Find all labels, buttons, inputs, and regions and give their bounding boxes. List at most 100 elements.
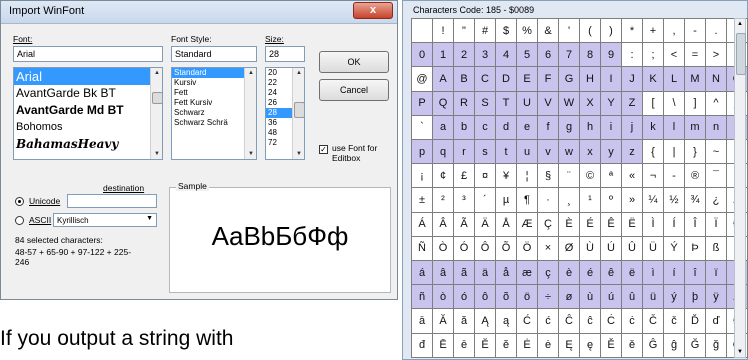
char-cell[interactable]: ā — [411, 308, 433, 334]
char-cell[interactable]: ³ — [453, 187, 475, 213]
scroll-up-icon[interactable]: ▲ — [735, 19, 745, 29]
char-cell[interactable]: Ċ — [600, 308, 622, 334]
char-cell[interactable]: ¶ — [516, 187, 538, 213]
char-cell[interactable]: Ý — [663, 235, 685, 262]
char-cell[interactable]: Q — [432, 90, 454, 116]
char-cell[interactable]: æ — [516, 260, 538, 286]
char-cell[interactable]: e — [516, 114, 538, 141]
char-cell[interactable]: P — [411, 90, 433, 116]
char-cell[interactable]: ò — [432, 284, 454, 310]
char-cell[interactable]: U — [516, 90, 538, 116]
char-cell[interactable]: ~ — [705, 139, 727, 165]
char-cell[interactable]: M — [684, 66, 706, 92]
char-cell[interactable]: ¬ — [642, 163, 664, 189]
char-cell[interactable]: q — [432, 139, 454, 165]
char-cell[interactable]: ć — [537, 308, 559, 334]
char-cell[interactable]: ã — [453, 260, 475, 286]
font-list-scrollbar[interactable]: ▲ ▼ — [150, 68, 162, 159]
char-cell[interactable]: Ć — [516, 308, 538, 334]
char-cell[interactable]: E — [516, 66, 538, 92]
char-cell[interactable]: L — [663, 66, 685, 92]
char-cell[interactable]: j — [621, 114, 643, 141]
char-cell[interactable]: · — [537, 187, 559, 213]
char-cell[interactable]: 6 — [537, 42, 559, 68]
char-cell[interactable]: ú — [600, 284, 622, 310]
char-cell[interactable]: Ė — [516, 332, 538, 359]
char-cell[interactable]: Ô — [474, 235, 496, 262]
char-cell[interactable]: ² — [432, 187, 454, 213]
char-cell[interactable]: ë — [621, 260, 643, 286]
char-cell[interactable]: Þ — [684, 235, 706, 262]
char-cell[interactable]: ¨ — [558, 163, 580, 189]
char-cell[interactable]: 8 — [579, 42, 601, 68]
char-cell[interactable]: Á — [411, 211, 433, 237]
char-cell[interactable]: x — [579, 139, 601, 165]
char-cell[interactable]: º — [600, 187, 622, 213]
char-cell[interactable]: V — [537, 90, 559, 116]
size-item[interactable]: 48 — [266, 128, 293, 138]
scroll-thumb[interactable] — [152, 92, 162, 104]
size-item[interactable]: 36 — [266, 118, 293, 128]
char-cell[interactable]: ė — [537, 332, 559, 359]
char-cell[interactable]: ® — [684, 163, 706, 189]
char-cell[interactable]: 4 — [495, 42, 517, 68]
char-cell[interactable]: c — [474, 114, 496, 141]
char-cell[interactable]: X — [579, 90, 601, 116]
scroll-up-icon[interactable]: ▲ — [293, 68, 304, 78]
char-cell[interactable]: ¢ — [432, 163, 454, 189]
char-cell[interactable]: ( — [579, 17, 601, 44]
char-cell[interactable]: | — [663, 139, 685, 165]
char-cell[interactable]: g — [558, 114, 580, 141]
char-cell[interactable]: @ — [411, 66, 433, 92]
char-cell[interactable]: s — [474, 139, 496, 165]
char-cell[interactable]: " — [453, 17, 475, 44]
char-cell[interactable]: đ — [411, 332, 433, 359]
use-font-checkbox[interactable]: ✓ — [319, 145, 328, 154]
char-cell[interactable]: Ñ — [411, 235, 433, 262]
font-style-field[interactable]: Standard — [171, 46, 257, 62]
char-cell[interactable]: ^ — [705, 90, 727, 116]
char-cell[interactable]: ô — [474, 284, 496, 310]
scroll-down-icon[interactable]: ▼ — [735, 347, 745, 357]
char-cell[interactable]: î — [684, 260, 706, 286]
char-cell[interactable]: + — [642, 17, 664, 44]
char-cell[interactable]: [ — [642, 90, 664, 116]
char-cell[interactable]: 7 — [558, 42, 580, 68]
char-cell[interactable]: ¦ — [516, 163, 538, 189]
char-cell[interactable]: ý — [663, 284, 685, 310]
char-cell[interactable]: . — [705, 17, 727, 44]
char-cell[interactable]: < — [663, 42, 685, 68]
char-cell[interactable]: Ó — [453, 235, 475, 262]
char-cell[interactable]: Ĉ — [558, 308, 580, 334]
font-item-avantgarde-bk[interactable]: AvantGarde Bk BT — [14, 85, 150, 102]
char-cell[interactable]: 5 — [516, 42, 538, 68]
char-cell[interactable]: ē — [453, 332, 475, 359]
style-item-schwarz[interactable]: Schwarz — [172, 108, 244, 118]
scroll-up-icon[interactable]: ▲ — [151, 68, 162, 78]
char-cell[interactable]: Ğ — [684, 332, 706, 359]
char-cell[interactable]: ä — [474, 260, 496, 286]
char-cell[interactable]: y — [600, 139, 622, 165]
char-cell[interactable]: Ç — [537, 211, 559, 237]
char-cell[interactable]: , — [663, 17, 685, 44]
char-cell[interactable]: Ę — [558, 332, 580, 359]
char-cell[interactable]: µ — [495, 187, 517, 213]
size-item-selected[interactable]: 28 — [266, 108, 293, 118]
char-cell[interactable]: Ë — [621, 211, 643, 237]
char-cell[interactable]: - — [684, 17, 706, 44]
ok-button[interactable]: OK — [319, 51, 389, 73]
char-cell[interactable]: ĕ — [495, 332, 517, 359]
char-cell[interactable]: ą — [495, 308, 517, 334]
char-cell[interactable]: ) — [600, 17, 622, 44]
char-cell[interactable]: Ö — [516, 235, 538, 262]
size-field[interactable]: 28 — [265, 46, 305, 62]
size-item[interactable]: 24 — [266, 88, 293, 98]
size-item[interactable]: 26 — [266, 98, 293, 108]
char-cell[interactable]: Z — [621, 90, 643, 116]
char-cell[interactable]: ¾ — [684, 187, 706, 213]
char-cell[interactable]: : — [621, 42, 643, 68]
char-cell[interactable]: b — [453, 114, 475, 141]
font-style-listbox[interactable]: Standard Kursiv Fett Fett Kursiv Schwarz… — [171, 67, 257, 160]
char-cell[interactable]: K — [642, 66, 664, 92]
char-cell[interactable]: Ï — [705, 211, 727, 237]
